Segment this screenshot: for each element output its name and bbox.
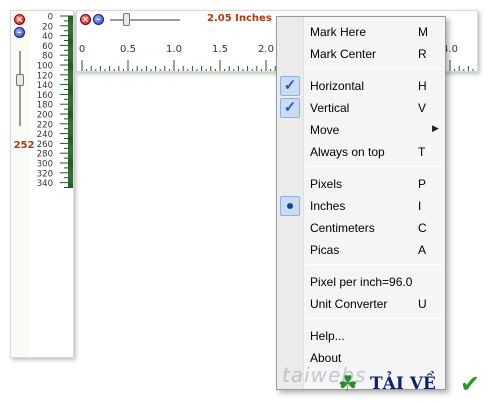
horizontal-ruler-tick-label: 1.0 (166, 44, 182, 55)
horizontal-ruler-tick-label: 0 (79, 44, 85, 55)
menu-item-shortcut: T (418, 145, 426, 159)
vertical-ruler-tick-label: 60 (42, 42, 53, 52)
vertical-ruler[interactable]: × – 252 0 20 40 60 80 100 120 140 160 180 200 220 24… (10, 10, 74, 358)
menu-item-label: Mark Here (310, 25, 367, 39)
vertical-ruler-tick-label: 220 (37, 120, 53, 130)
vertical-ruler-tick-label: 340 (37, 179, 53, 189)
horizontal-ruler-tick-label: 2.0 (258, 44, 274, 55)
menu-item-shortcut: A (418, 243, 427, 257)
vertical-ruler-tick-label: 20 (42, 22, 53, 32)
menu-item-pixels[interactable]: Pixels P (277, 173, 445, 195)
menu-item-label: Inches (310, 199, 346, 213)
menu-item-shortcut: I (418, 199, 422, 213)
menu-item-label: Pixels (310, 177, 343, 191)
vertical-ruler-tick-label: 240 (37, 130, 53, 140)
menu-item-shortcut: P (418, 177, 427, 191)
menu-separator (306, 68, 442, 69)
vertical-ruler-tick-label: 260 (37, 140, 53, 150)
menu-item-shortcut: R (418, 47, 427, 61)
menu-separator (306, 318, 442, 319)
vertical-ruler-tick-label: 120 (37, 71, 53, 81)
menu-item-label: Horizontal (310, 79, 365, 93)
menu-item-shortcut: H (418, 79, 427, 93)
watermark-text: TẢI VỀ (370, 374, 436, 394)
menu-item-mark-center[interactable]: Mark Center R (277, 43, 445, 65)
menu-item-label: Pixel per inch=96.0 (310, 275, 413, 289)
checkmark-icon: ✓ (280, 76, 300, 96)
watermark-logo: taiwebs ☘ TẢI VỀ ✔ (282, 360, 490, 403)
menu-item-shortcut: V (418, 101, 427, 115)
menu-item-label: Mark Center (310, 47, 377, 61)
menu-item-vertical[interactable]: ✓ Vertical V (277, 97, 445, 119)
radio-selected-icon (280, 196, 300, 216)
vertical-ruler-tick-label: 200 (37, 111, 53, 121)
vertical-ruler-tick-label: 100 (37, 62, 53, 72)
menu-item-shortcut: M (418, 25, 428, 39)
vertical-ruler-tick-label: 280 (37, 150, 53, 160)
vertical-ruler-tick-label: 180 (37, 101, 53, 111)
menu-item-move[interactable]: Move ▶ (277, 119, 445, 141)
vertical-ruler-scale: 0204060801001201401601802002202402602803… (37, 13, 73, 189)
menu-item-inches[interactable]: Inches I (277, 195, 445, 217)
vertical-ruler-tick-label: 300 (37, 160, 53, 170)
vertical-ruler-tick-label: 40 (42, 32, 53, 42)
menu-item-label: Vertical (310, 101, 350, 115)
horizontal-ruler-tick-label: 1.5 (212, 44, 228, 55)
menu-item-shortcut: U (418, 297, 427, 311)
vertical-ruler-tick-label: 140 (37, 81, 53, 91)
menu-item-label: Unit Converter (310, 297, 388, 311)
menu-item-mark-here[interactable]: Mark Here M (277, 21, 445, 43)
menu-item-help[interactable]: Help... (277, 325, 445, 347)
menu-item-picas[interactable]: Picas A (277, 239, 445, 261)
menu-item-label: Centimeters (310, 221, 375, 235)
menu-item-always-on-top[interactable]: Always on top T (277, 141, 445, 163)
checkmark-icon: ✔ (460, 370, 481, 398)
vertical-ruler-tick-label: 160 (37, 91, 53, 101)
menu-item-label: Picas (310, 243, 340, 257)
menu-item-label: Always on top (310, 145, 385, 159)
menu-item-unit-converter[interactable]: Unit Converter U (277, 293, 445, 315)
menu-item-pixel-per-inch[interactable]: Pixel per inch=96.0 (277, 271, 445, 293)
vertical-ruler-tick-label: 0 (48, 13, 53, 23)
context-menu: Mark Here M Mark Center R ✓ Horizontal H… (276, 16, 446, 390)
vertical-ruler-tick-label: 320 (37, 169, 53, 179)
checkmark-icon: ✓ (280, 98, 300, 118)
menu-item-shortcut: C (418, 221, 427, 235)
menu-item-horizontal[interactable]: ✓ Horizontal H (277, 75, 445, 97)
menu-separator (306, 166, 442, 167)
menu-item-label: Move (310, 123, 340, 137)
menu-separator (306, 264, 442, 265)
vertical-ruler-tick-label: 80 (42, 52, 53, 62)
submenu-arrow-icon: ▶ (432, 123, 439, 133)
menu-item-label: Help... (310, 329, 345, 343)
menu-item-centimeters[interactable]: Centimeters C (277, 217, 445, 239)
horizontal-ruler-tick-label: 0.5 (120, 44, 136, 55)
clover-icon: ☘ (338, 372, 358, 397)
